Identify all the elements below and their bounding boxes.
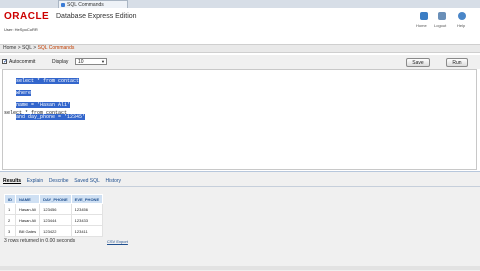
user-label: User: HeSpoCoRR [4,27,38,32]
run-button[interactable]: Run [446,58,468,67]
logout-icon[interactable] [438,12,446,20]
logout-link[interactable]: Logout [434,23,446,28]
display-label: Display [52,59,69,65]
table-cell: 3 [4,225,16,237]
table-cell: 123444 [39,214,72,226]
sql-editor[interactable]: select * from contact where name = 'Hasa… [2,69,477,170]
results-table: ID NAME DAY_PHONE EVE_PHONE 1 Hasan Ali … [4,194,104,237]
tab-describe[interactable]: Describe [49,178,69,184]
help-link[interactable]: Help [457,23,465,28]
tabs-divider [0,186,480,187]
table-cell: 123456 [39,203,72,215]
checkmark-icon: ✓ [3,59,9,65]
status-bar [0,266,480,270]
breadcrumb-sql[interactable]: SQL [22,45,32,51]
editor-line: select * from contact [4,110,68,116]
chevron-down-icon: ▼ [101,59,105,64]
editor-line: where [16,90,32,96]
csv-export-link[interactable]: CSV Export [107,239,128,244]
breadcrumb-bar: Home > SQL > SQL Commands [0,44,480,53]
autocommit-label: Autocommit [9,59,36,65]
table-cell: 123422 [39,225,72,237]
table-cell: 123411 [70,225,104,237]
editor-line: name = 'Hasan Ali' [16,102,71,108]
tab-explain[interactable]: Explain [27,178,43,184]
save-button[interactable]: Save [406,58,430,67]
breadcrumb-home[interactable]: Home [3,45,16,51]
table-row: 1 Hasan Ali 123456 123456 [4,203,104,215]
table-cell: 1 [4,203,16,215]
browser-tab[interactable]: SQL Commands [58,0,128,8]
column-header: ID [4,194,16,204]
tab-saved-sql[interactable]: Saved SQL [74,178,100,184]
table-cell: Hasan Ali [14,214,41,226]
editor-line: select * from contact [16,78,80,84]
breadcrumb-separator: > [33,45,37,51]
display-value: 10 [78,59,84,65]
home-link[interactable]: Home [416,23,427,28]
breadcrumb: Home > SQL > SQL Commands [3,45,74,51]
oracle-logo: ORACLE [4,11,50,22]
table-cell: 2 [4,214,16,226]
table-row: 2 Hasan Ali 123444 123433 [4,214,104,226]
breadcrumb-separator: > [17,45,21,51]
help-icon[interactable] [458,12,466,20]
column-header: NAME [14,194,41,204]
tab-results[interactable]: Results [3,178,21,184]
breadcrumb-current: SQL Commands [37,45,75,51]
table-cell: 123456 [70,203,104,215]
results-tabs: Results Explain Describe Saved SQL Histo… [3,178,125,184]
column-header: DAY_PHONE [39,194,72,204]
column-header: EVE_PHONE [70,194,104,204]
table-header-row: ID NAME DAY_PHONE EVE_PHONE [4,194,104,204]
editor-selected-lines: select * from contact where name = 'Hasa… [4,72,86,126]
table-cell: Bill Gates [14,225,41,237]
tab-history[interactable]: History [105,178,121,184]
table-cell: 123433 [70,214,104,226]
table-cell: Hasan Ali [14,203,41,215]
display-select[interactable]: 10 ▼ [75,58,107,65]
product-name: Database Express Edition [56,13,137,20]
home-icon[interactable] [420,12,428,20]
rows-returned-info: 3 rows returned in 0.00 seconds [4,238,76,244]
table-row: 3 Bill Gates 123422 123411 [4,225,104,237]
page-favicon-icon [61,3,65,7]
autocommit-checkbox[interactable]: ✓ [2,59,9,65]
